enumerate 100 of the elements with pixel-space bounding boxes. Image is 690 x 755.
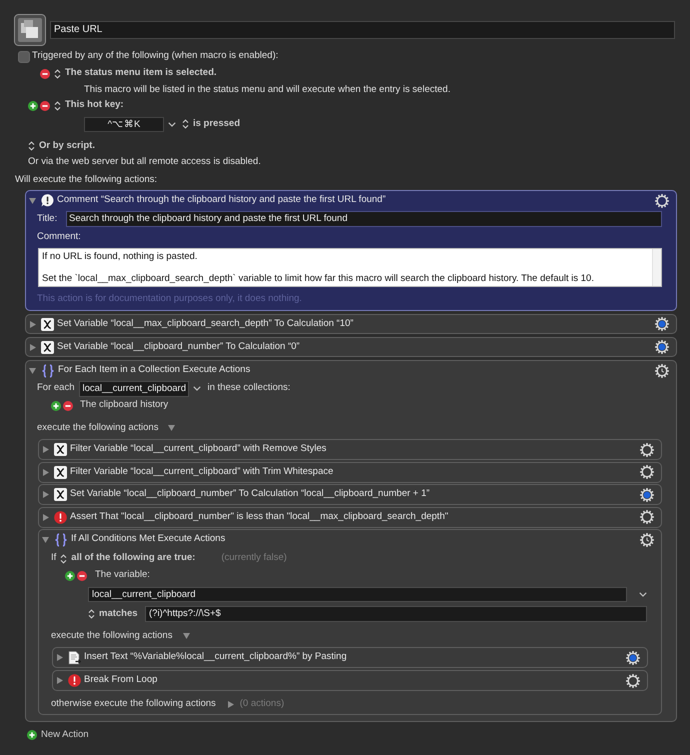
action-title: Set Variable “local__clipboard_number” To Calculation “0” — [57, 340, 300, 354]
gear-icon[interactable] — [626, 650, 640, 664]
disclosure-triangle-icon[interactable] — [43, 514, 49, 520]
disclosure-triangle-icon[interactable] — [43, 468, 49, 476]
trigger-description: This macro will be listed in the status menu and will execute when the entry is selected. — [83, 83, 452, 97]
remove-icon[interactable] — [63, 400, 73, 410]
comment-field[interactable]: If no URL is found, nothing is pasted. Set the `local__max_clipboard_search_depth` variable to limit how far this macro will search the clipboard history. The default is 10. — [38, 248, 662, 287]
x-tile-icon — [41, 340, 54, 354]
disclosure-triangle-icon[interactable] — [29, 198, 36, 204]
trigger-checkbox[interactable] — [18, 50, 30, 62]
chevron-down-icon[interactable] — [168, 122, 176, 126]
section-label: otherwise execute the following actions — [51, 696, 216, 711]
field-label: If — [51, 551, 56, 566]
action-title: Filter Variable “local__current_clipboard” with Remove Styles — [70, 442, 326, 456]
disclosure-triangle-icon[interactable] — [43, 491, 49, 498]
action-title: If All Conditions Met Execute Actions — [71, 532, 226, 546]
disclosure-triangle-icon[interactable] — [183, 633, 190, 639]
document-arrow-icon — [68, 650, 81, 664]
action-row[interactable]: Filter Variable “local__current_clipboard” with Remove Styles — [38, 439, 662, 460]
trigger-type-popup[interactable]: This hot key: — [54, 98, 124, 113]
action-title: Comment “Search through the clipboard history and paste the first URL found” — [57, 193, 386, 208]
title-field[interactable]: Search through the clipboard history and paste the first URL found — [66, 211, 662, 227]
action-row[interactable]: Set Variable “local__clipboard_number” To Calculation “0” — [25, 337, 677, 357]
remove-icon[interactable] — [40, 68, 50, 78]
gear-icon[interactable] — [655, 317, 669, 331]
match-mode-popup[interactable]: all of the following are true: — [60, 551, 196, 566]
web-server-note: Or via the web server but all remote access is disabled. — [27, 155, 262, 169]
braces-icon — [54, 532, 68, 546]
disclosure-triangle-icon[interactable] — [228, 700, 234, 708]
action-row[interactable]: Set Variable “local__clipboard_number” To Calculation “local__clipboard_number + 1” — [38, 484, 662, 505]
condition-popup[interactable]: is pressed — [182, 116, 240, 132]
x-tile-icon — [54, 466, 67, 478]
gear-icon[interactable] — [626, 674, 640, 688]
collection-name: The clipboard history — [80, 398, 168, 412]
disclosure-triangle-icon[interactable] — [30, 344, 36, 350]
action-row[interactable]: Assert That "local__clipboard_number" is less than "local__max_clipboard_search_depth" — [38, 506, 662, 528]
gear-icon[interactable] — [655, 340, 669, 354]
macro-name-field[interactable]: Paste URL — [50, 21, 675, 39]
action-title: Insert Text “%Variable%local__current_clipboard%” by Pasting — [84, 650, 347, 664]
disclosure-triangle-icon[interactable] — [43, 446, 49, 453]
action-count: (0 actions) — [240, 696, 284, 711]
remove-icon[interactable] — [77, 570, 87, 580]
variable-field[interactable]: local__current_clipboard — [78, 380, 188, 396]
condition-label: The variable: — [95, 568, 150, 582]
disclosure-triangle-icon[interactable] — [57, 654, 63, 661]
action-row[interactable]: Set Variable “local__max_clipboard_search_depth” To Calculation “10” — [25, 314, 677, 334]
add-icon[interactable] — [28, 100, 38, 110]
scrollbar-track — [652, 249, 661, 286]
new-action-button[interactable]: New Action — [27, 728, 89, 742]
timer-gear-icon[interactable] — [640, 532, 654, 546]
x-tile-icon — [54, 488, 67, 501]
add-icon[interactable] — [65, 570, 75, 580]
disclosure-triangle-icon[interactable] — [29, 368, 36, 374]
disclosure-triangle-icon[interactable] — [168, 425, 176, 431]
action-title: Set Variable “local__max_clipboard_search_depth” To Calculation “10” — [57, 316, 354, 331]
gear-icon[interactable] — [640, 465, 654, 479]
action-note: This action is for documentation purposes only, it does nothing. — [36, 292, 303, 306]
action-row[interactable]: Break From Loop — [52, 670, 648, 691]
braces-icon — [41, 364, 55, 378]
trigger-label: Triggered by any of the following (when macro is enabled): — [32, 49, 278, 64]
gear-icon[interactable] — [640, 510, 654, 524]
add-icon[interactable] — [51, 400, 61, 410]
updown-chevron-icon — [182, 119, 189, 129]
action-title: Break From Loop — [84, 673, 158, 688]
section-label: execute the following actions — [51, 628, 172, 643]
operator-popup[interactable]: matches — [88, 606, 144, 622]
comment-paragraph: If no URL is found, nothing is pasted. — [42, 251, 198, 262]
action-row[interactable]: Filter Variable “local__current_clipboard” with Trim Whitespace — [38, 462, 662, 482]
pattern-field[interactable]: (?i)^https?://\S+$ — [145, 606, 647, 622]
gear-icon[interactable] — [655, 194, 669, 208]
script-trigger-popup[interactable]: Or by script. — [28, 138, 95, 154]
condition-status: (currently false) — [221, 551, 287, 566]
macro-icon[interactable] — [14, 14, 46, 46]
action-row[interactable]: Insert Text “%Variable%local__current_clipboard%” by Pasting — [52, 647, 648, 668]
x-tile-icon — [54, 443, 67, 456]
action-title: Assert That "local__clipboard_number" is less than "local__max_clipboard_search_depth" — [70, 510, 448, 524]
alert-icon — [54, 510, 67, 524]
actions-heading: Will execute the following actions: — [14, 173, 158, 187]
alert-icon — [68, 674, 81, 687]
remove-icon[interactable] — [40, 100, 50, 110]
field-label: Title: — [37, 212, 58, 226]
action-title: Set Variable “local__clipboard_number” To Calculation “local__clipboard_number + 1” — [70, 487, 430, 502]
disclosure-triangle-icon[interactable] — [42, 536, 49, 542]
disclosure-triangle-icon[interactable] — [57, 677, 63, 684]
field-label: For each — [37, 381, 74, 396]
comment-paragraph: Set the `local__max_clipboard_search_depth` variable to limit how far this macro will search the clipboard history. The default is 10. — [42, 273, 595, 284]
variable-field[interactable]: local__current_clipboard — [88, 587, 627, 602]
add-icon[interactable] — [27, 730, 37, 740]
action-title: Filter Variable “local__current_clipboard” with Trim Whitespace — [70, 464, 334, 479]
chevron-down-icon[interactable] — [192, 386, 200, 391]
updown-chevron-icon — [88, 609, 95, 619]
chevron-down-icon[interactable] — [639, 592, 647, 597]
gear-icon[interactable] — [640, 488, 654, 502]
trigger-type-popup[interactable]: The status menu item is selected. — [54, 66, 217, 81]
timer-gear-icon[interactable] — [655, 364, 669, 378]
disclosure-triangle-icon[interactable] — [30, 320, 36, 328]
exclamation-bubble-icon — [41, 194, 54, 207]
field-label: Comment: — [36, 230, 82, 244]
hotkey-field[interactable]: ^⌥⌘K — [84, 116, 164, 132]
gear-icon[interactable] — [640, 442, 654, 456]
